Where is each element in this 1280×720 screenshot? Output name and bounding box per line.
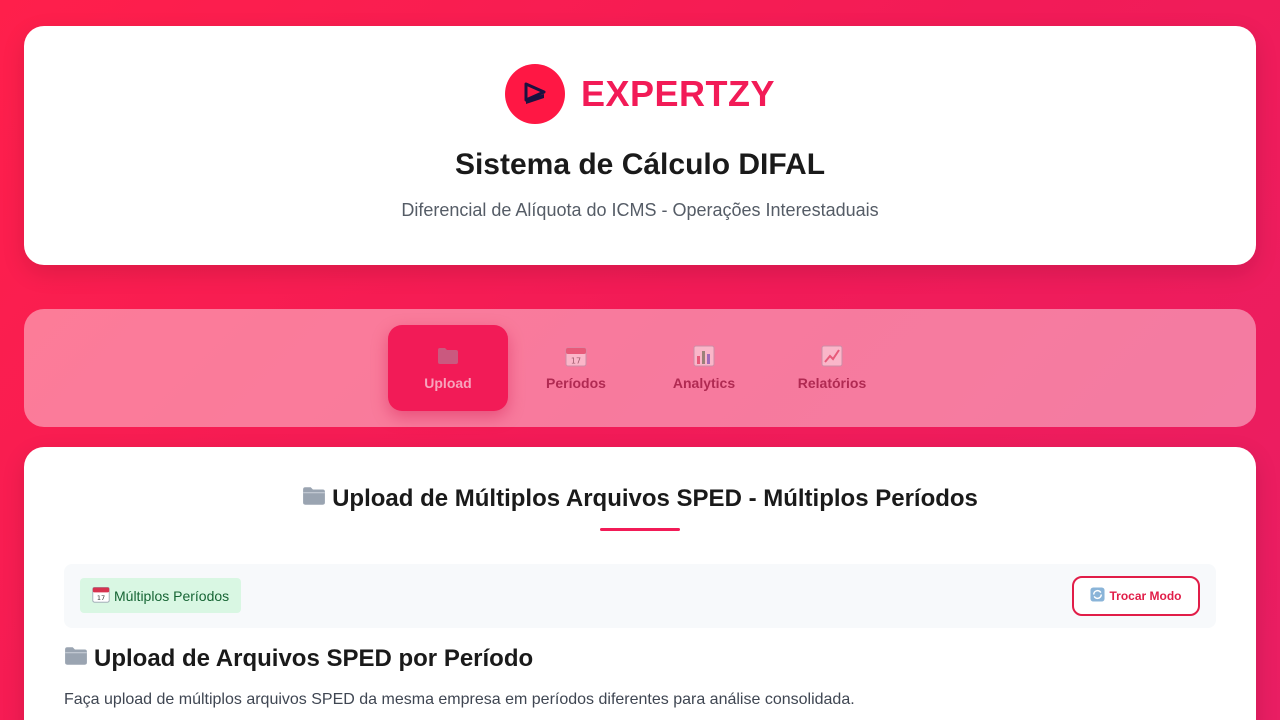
tab-periods[interactable]: 17 Períodos (516, 325, 636, 411)
folder-icon (64, 645, 88, 673)
nav-bar: Upload 17 Períodos Analytics Relatórios (24, 309, 1256, 427)
calendar-icon: 17 (92, 585, 110, 606)
trend-chart-icon (821, 345, 843, 367)
title-underline (600, 528, 680, 531)
section-title: Upload de Arquivos SPED por Período (64, 645, 533, 673)
tab-periods-label: Períodos (546, 375, 606, 391)
brand-name: EXPERTZY (580, 73, 776, 114)
bar-chart-icon (693, 345, 715, 367)
page-title: Sistema de Cálculo DIFAL (454, 148, 826, 181)
page-subtitle: Diferencial de Alíquota do ICMS - Operaç… (401, 200, 879, 220)
section-description: Faça upload de múltiplos arquivos SPED d… (64, 691, 855, 708)
tab-analytics-label: Analytics (672, 375, 736, 391)
mode-badge-label: Múltiplos Períodos (114, 587, 230, 604)
upload-title: Upload de Múltiplos Arquivos SPED - Múlt… (24, 485, 1256, 513)
tab-analytics[interactable]: Analytics (644, 325, 764, 411)
nav-tabs: Upload 17 Períodos Analytics Relatórios (388, 325, 892, 411)
folder-icon (302, 485, 326, 513)
tab-upload-label: Upload (424, 375, 472, 391)
refresh-icon (1090, 587, 1106, 605)
folder-icon (437, 345, 459, 367)
logo-icon (504, 64, 565, 124)
brand: EXPERTZY (24, 64, 1256, 124)
svg-text:17: 17 (571, 357, 581, 366)
svg-text:17: 17 (97, 594, 105, 602)
mode-bar: 17 Múltiplos Períodos Trocar Modo (64, 564, 1216, 628)
tab-reports-label: Relatórios (797, 375, 867, 391)
header-card: EXPERTZY Sistema de Cálculo DIFAL Difere… (24, 26, 1256, 265)
tab-upload[interactable]: Upload (388, 325, 508, 411)
upload-card: Upload de Múltiplos Arquivos SPED - Múlt… (24, 447, 1256, 720)
calendar-icon: 17 (565, 345, 587, 367)
mode-badge: 17 Múltiplos Períodos (80, 578, 242, 613)
switch-mode-label: Trocar Modo (1109, 589, 1182, 603)
upload-title-text: Upload de Múltiplos Arquivos SPED - Múlt… (332, 485, 978, 512)
switch-mode-button[interactable]: Trocar Modo (1072, 576, 1200, 616)
section-title-text: Upload de Arquivos SPED por Período (94, 645, 534, 672)
tab-reports[interactable]: Relatórios (772, 325, 892, 411)
